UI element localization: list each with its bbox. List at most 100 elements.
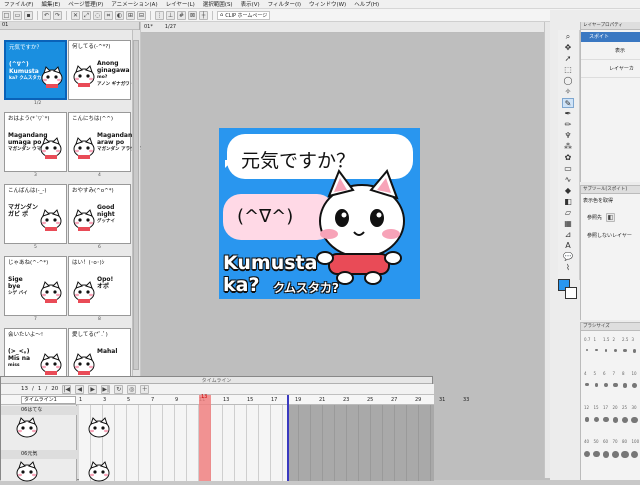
- folder-row[interactable]: 06はてな: [1, 406, 77, 415]
- guide-icon[interactable]: ┼: [199, 10, 208, 20]
- brush-size-dot[interactable]: [630, 451, 639, 459]
- brush-size-dot[interactable]: [632, 383, 637, 388]
- page-thumbnail[interactable]: はい！(･o･)ｼ Opo! オポ: [68, 256, 131, 316]
- magic-wand-icon[interactable]: ✧: [562, 87, 574, 97]
- onion-skin-icon[interactable]: ◎: [127, 384, 137, 394]
- airbrush-icon[interactable]: ⁂: [562, 142, 574, 152]
- folder-row[interactable]: 06元気: [1, 450, 77, 459]
- invert-icon[interactable]: ◐: [115, 10, 124, 20]
- brush-size-dot[interactable]: [602, 451, 610, 458]
- grid-icon[interactable]: #: [177, 10, 186, 20]
- timeline-tracks[interactable]: 13 06はてな 06元気: [1, 394, 434, 482]
- layer-row[interactable]: レイヤーカ: [581, 60, 640, 78]
- menu-item-4[interactable]: レイヤー(L): [162, 0, 199, 8]
- brush-size-dot[interactable]: [612, 451, 619, 458]
- next-frame-icon[interactable]: ▶|: [101, 384, 111, 394]
- sub-row[interactable]: 参照先 ◧: [581, 207, 640, 228]
- brush-size-dot[interactable]: [584, 417, 590, 422]
- track-selector[interactable]: タイムライン1: [21, 396, 76, 404]
- menu-item-2[interactable]: ページ管理(P): [64, 0, 107, 8]
- layer-row[interactable]: 表示: [581, 42, 640, 60]
- loop-icon[interactable]: ↻: [114, 384, 124, 394]
- menu-item-8[interactable]: ウィンドウ(W): [305, 0, 350, 8]
- text-icon[interactable]: A: [562, 241, 574, 251]
- balloon-icon[interactable]: 💬: [562, 252, 574, 262]
- menu-item-9[interactable]: ヘルプ(H): [350, 0, 383, 8]
- zoom-icon[interactable]: ⌕: [562, 32, 574, 42]
- page-thumbnail[interactable]: 元気ですか？ (^∇^) Kumusta ka? クムスタカ?: [4, 40, 67, 100]
- brush-size-dot[interactable]: [621, 451, 629, 459]
- pen-icon[interactable]: ✒: [562, 109, 574, 119]
- menu-item-7[interactable]: フィルター(I): [264, 0, 305, 8]
- clip-homepage-button[interactable]: ⌂ CLIP ホームページ: [217, 10, 271, 20]
- brush-icon[interactable]: ♆: [562, 131, 574, 141]
- artboard[interactable]: 元気ですか？ (^∇^) Kumusta ka? クムスタカ?: [219, 128, 420, 299]
- brush-size-dot[interactable]: [593, 451, 600, 458]
- menu-item-0[interactable]: ファイル(F): [0, 0, 37, 8]
- brush-size-dot[interactable]: [623, 349, 627, 353]
- brush-size-dot[interactable]: [603, 417, 609, 423]
- page-thumbnail[interactable]: じゃあね(^-^*) Sige bye シゲ バイ: [4, 256, 67, 316]
- layer-row[interactable]: スポイト: [581, 32, 640, 42]
- mesh-icon[interactable]: ⊠: [188, 10, 197, 20]
- ruler-icon[interactable]: ⊥: [166, 10, 175, 20]
- brush-size-dot[interactable]: [585, 383, 589, 387]
- frame-icon[interactable]: ▦: [562, 219, 574, 229]
- page-thumbnail[interactable]: こんにちは(^^) Magandang araw po マガンダン アラウ ポ: [68, 112, 141, 172]
- operation-icon[interactable]: ➚: [562, 54, 574, 64]
- fill-icon[interactable]: ◆: [562, 186, 574, 196]
- brush-size-dot[interactable]: [612, 417, 619, 423]
- decoration-icon[interactable]: ✿: [562, 153, 574, 163]
- menu-item-5[interactable]: 選択範囲(S): [199, 0, 237, 8]
- current-frame[interactable]: 13: [21, 386, 28, 392]
- color-swatch[interactable]: [558, 279, 578, 301]
- eyedropper-icon[interactable]: ✎: [562, 98, 574, 108]
- select-icon[interactable]: ⬚: [562, 65, 574, 75]
- crop-icon[interactable]: ⌗: [104, 10, 113, 20]
- brush-size-dot[interactable]: [614, 349, 617, 352]
- brush-size-dot[interactable]: [622, 383, 628, 388]
- page-thumbnail[interactable]: おはよう(*´▽`*) Magandang umaga po マガンダン ウマガ ポ: [4, 112, 67, 172]
- move-icon[interactable]: ✥: [562, 43, 574, 53]
- first-frame-icon[interactable]: |◀: [62, 384, 72, 394]
- gradient-icon[interactable]: ◧: [562, 197, 574, 207]
- play-icon[interactable]: ▶: [88, 384, 98, 394]
- menu-item-6[interactable]: 表示(V): [237, 0, 264, 8]
- deselect-icon[interactable]: ◌: [93, 10, 102, 20]
- brush-size-dot[interactable]: [613, 383, 618, 388]
- brush-size-dot[interactable]: [586, 349, 588, 351]
- correct-line-icon[interactable]: ⌇: [562, 263, 574, 273]
- brush-size-dot[interactable]: [594, 417, 599, 422]
- brush-size-dot[interactable]: [622, 417, 628, 423]
- redo-icon[interactable]: ↷: [53, 10, 62, 20]
- eraser-icon[interactable]: ▭: [562, 164, 574, 174]
- menu-item-1[interactable]: 編集(E): [37, 0, 64, 8]
- menu-item-3[interactable]: アニメーション(A): [107, 0, 161, 8]
- start-frame[interactable]: 1: [38, 386, 42, 392]
- figure-icon[interactable]: ▱: [562, 208, 574, 218]
- ruler-tool-icon[interactable]: ⊿: [562, 230, 574, 240]
- shrink-icon[interactable]: ⊟: [137, 10, 146, 20]
- document-tab[interactable]: 01*: [144, 24, 153, 30]
- page-panel-tab[interactable]: 01: [2, 22, 8, 28]
- sub-color[interactable]: [565, 287, 577, 299]
- save-icon[interactable]: ▪: [24, 10, 33, 20]
- page-thumbnail[interactable]: こんばんは(-_-) マガンダン ガビ ポ: [4, 184, 67, 244]
- brush-size-dot[interactable]: [632, 349, 637, 353]
- pencil-icon[interactable]: ✏: [562, 120, 574, 130]
- expand-icon[interactable]: ⊞: [126, 10, 135, 20]
- prev-frame-icon[interactable]: ◀: [75, 384, 85, 394]
- snap-icon[interactable]: ⋮: [155, 10, 164, 20]
- brush-size-dot[interactable]: [584, 451, 590, 457]
- undo-icon[interactable]: ↶: [42, 10, 51, 20]
- transform-icon[interactable]: ⤢: [82, 10, 91, 20]
- new-icon[interactable]: □: [2, 10, 11, 20]
- reference-icon[interactable]: ◧: [606, 213, 616, 222]
- brush-size-dot[interactable]: [594, 383, 599, 387]
- end-frame[interactable]: 20: [51, 386, 58, 392]
- page-thumbnail[interactable]: おやすみ(^o^*) Good night グッナイ: [68, 184, 131, 244]
- page-scrollbar-thumb[interactable]: [133, 40, 139, 370]
- new-cel-icon[interactable]: ＋: [140, 384, 150, 394]
- page-thumbnail[interactable]: 何してる(-^*?) Anong ginagawa mo? アノン ギナガワ モ: [68, 40, 136, 100]
- lasso-icon[interactable]: ◯: [562, 76, 574, 86]
